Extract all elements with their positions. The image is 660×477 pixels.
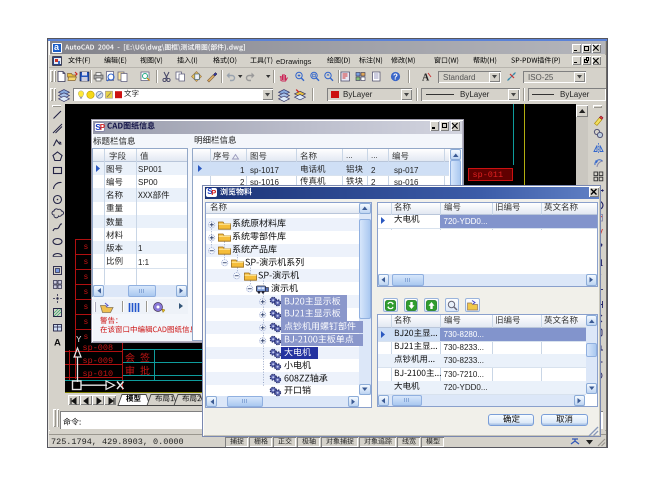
svg-text:?: ? — [393, 72, 398, 81]
svg-text:A: A — [54, 337, 61, 348]
